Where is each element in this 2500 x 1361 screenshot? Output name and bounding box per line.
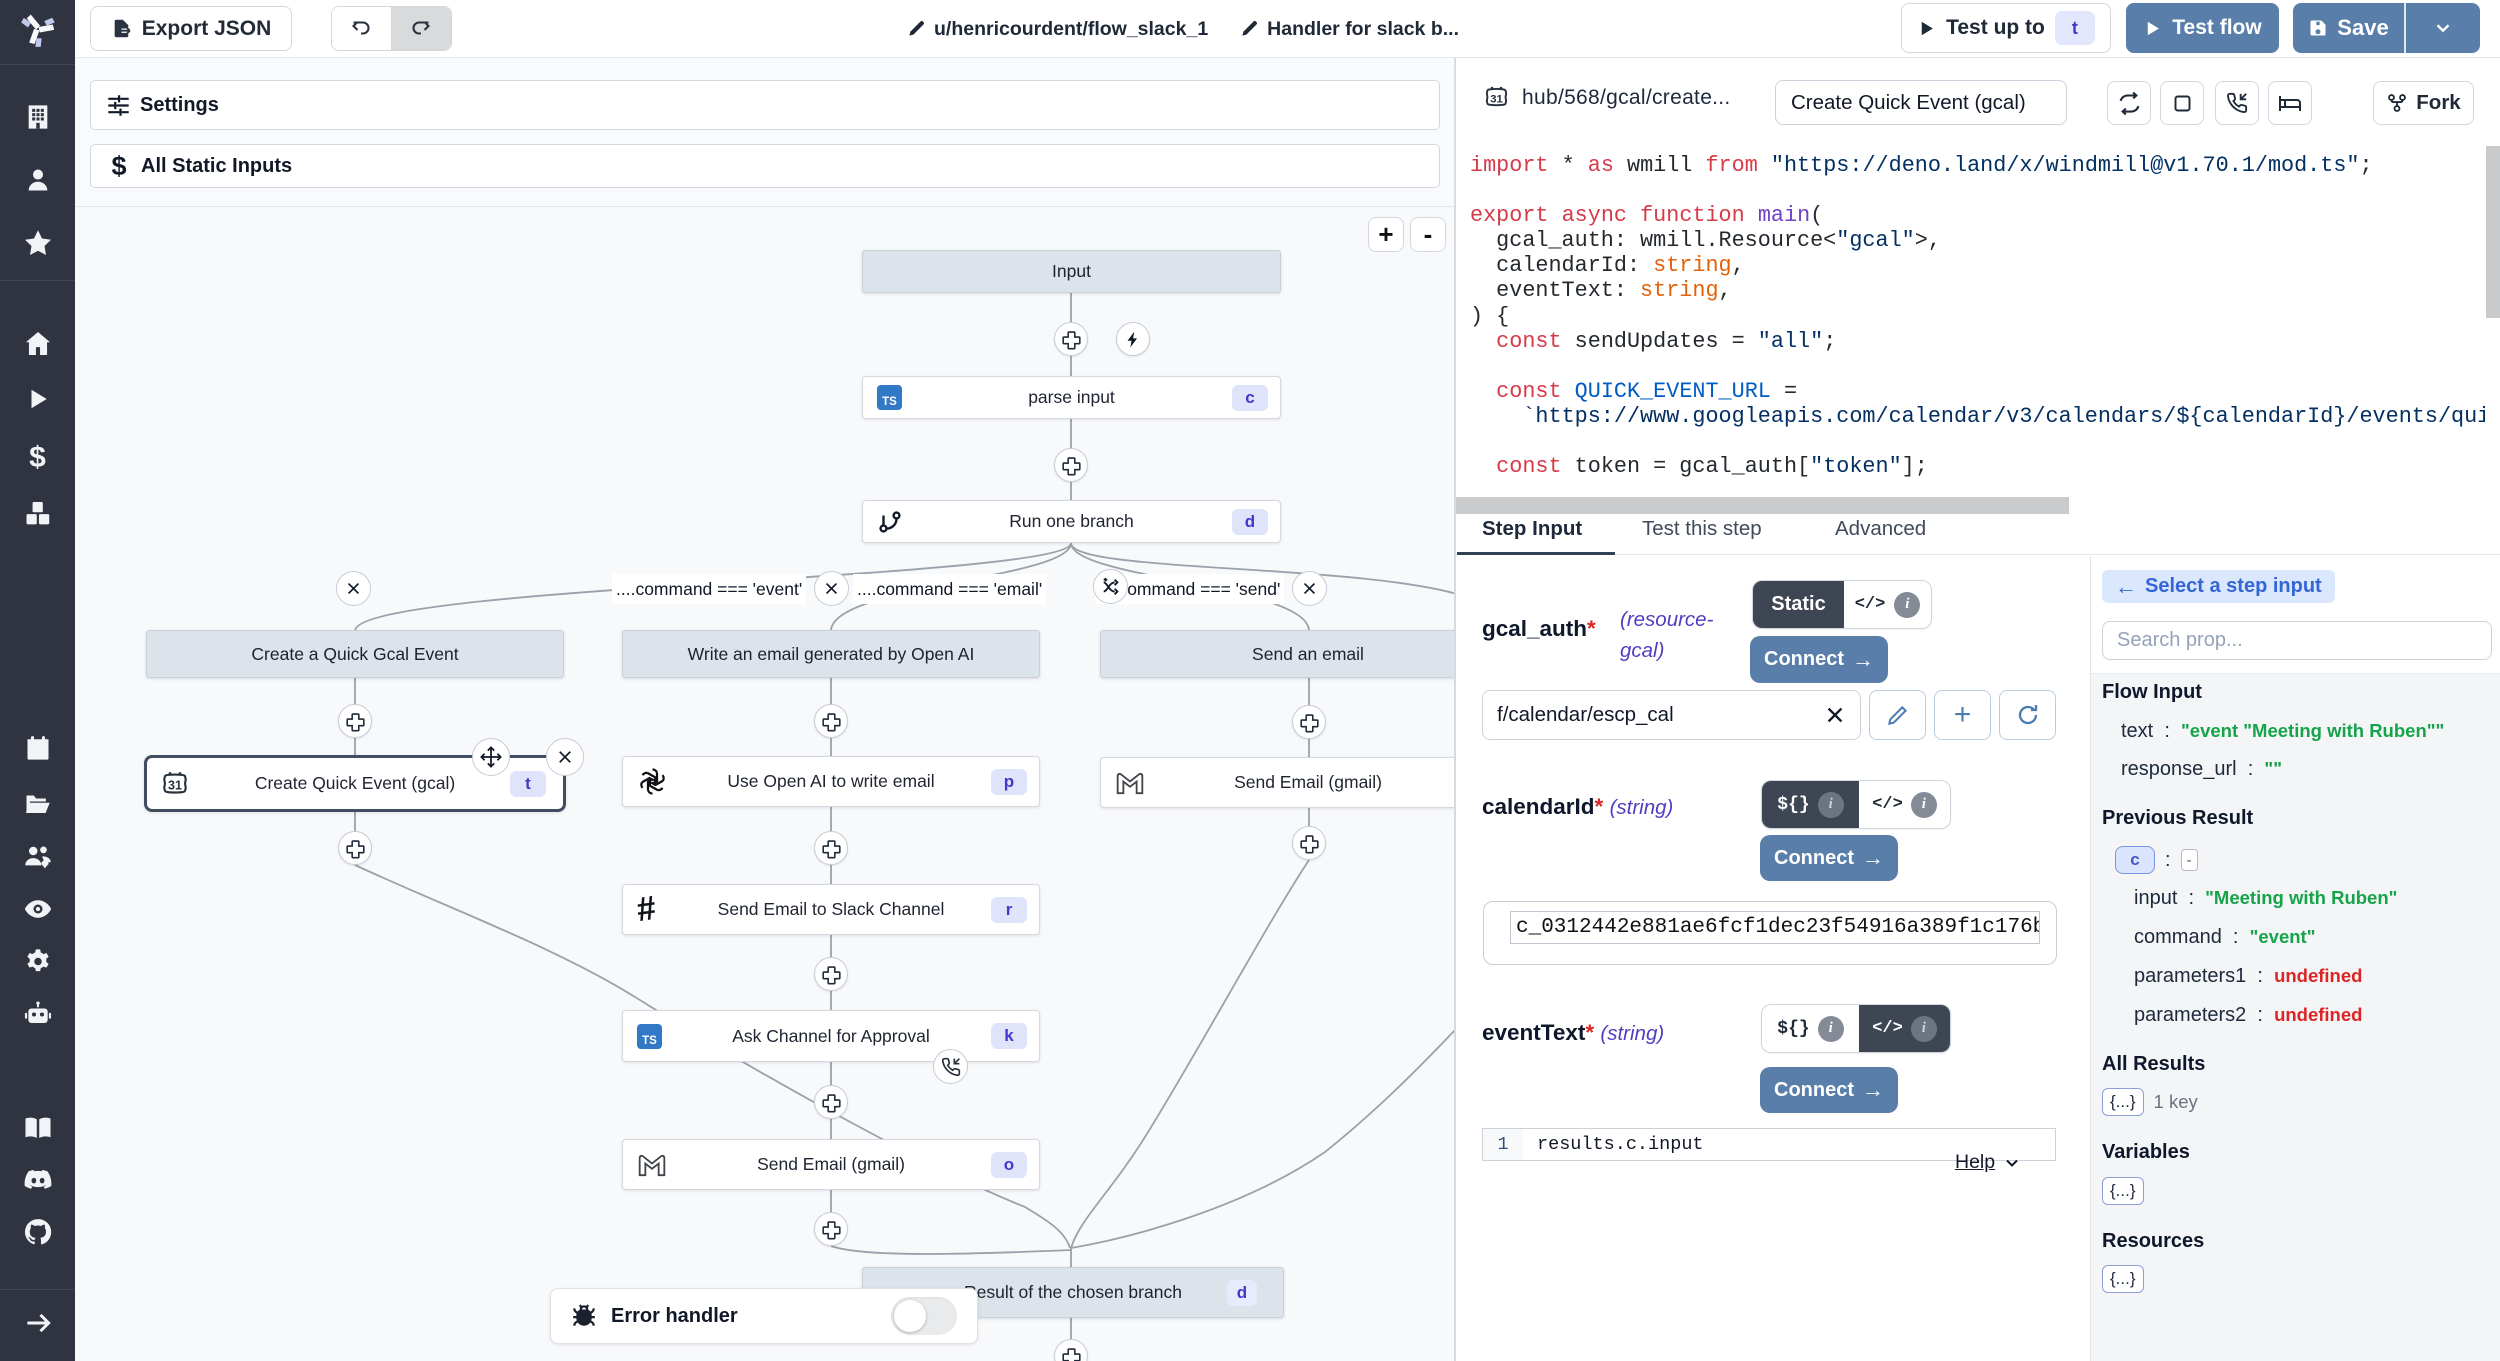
svg-text:31: 31 — [1490, 94, 1503, 106]
